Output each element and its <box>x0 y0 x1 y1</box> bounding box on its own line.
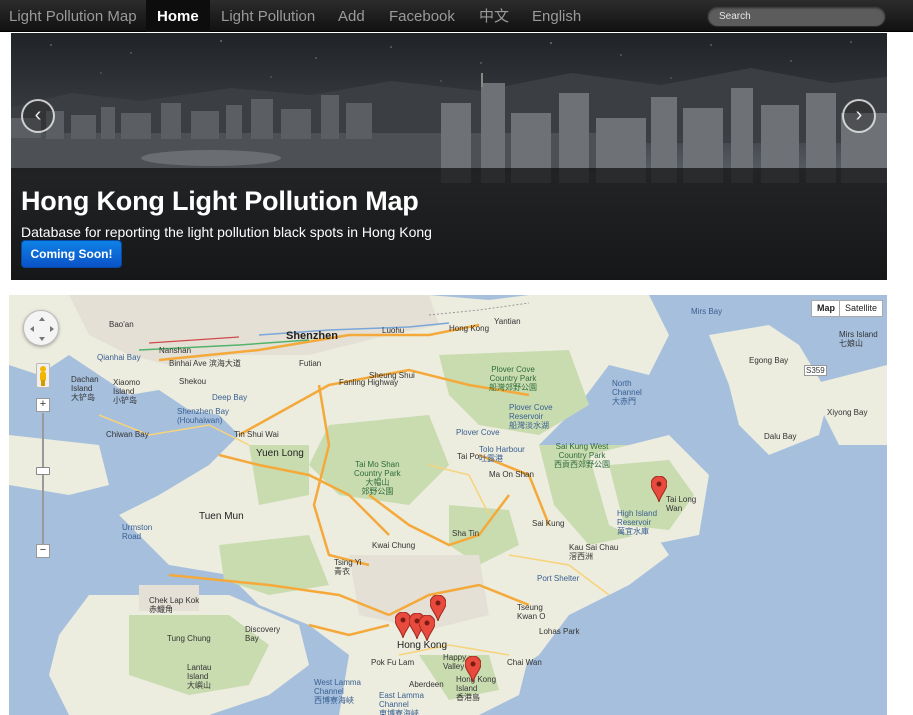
map-label-kau-sai-chau: Kau Sai Chau 滘西洲 <box>569 543 619 561</box>
map-label-dachan: Dachan Island 大铲岛 <box>71 375 99 402</box>
hero-title: Hong Kong Light Pollution Map <box>21 186 419 216</box>
map-label-tin-shui-wai: Tin Shui Wai <box>234 430 279 439</box>
map-type-map-button[interactable]: Map <box>811 300 841 317</box>
nav-chinese[interactable]: 中文 <box>468 0 520 32</box>
map-label-aberdeen: Aberdeen <box>409 680 444 689</box>
map-label-xiaomo: Xiaomo Island 小铲岛 <box>113 378 141 405</box>
zoom-out-button[interactable]: − <box>36 544 50 558</box>
nav-add[interactable]: Add <box>327 0 376 32</box>
map-label-tuen-mun: Tuen Mun <box>199 511 244 522</box>
map-label-kwai-chung: Kwai Chung <box>372 541 416 550</box>
map-label-plover-cove-cp: Plover Cove Country Park 船灣郊野公園 <box>489 365 537 392</box>
map-marker-icon[interactable] <box>465 656 481 682</box>
map-label-nanshan: Nanshan <box>159 346 192 355</box>
nav-light-pollution[interactable]: Light Pollution <box>210 0 326 32</box>
map-label-urmston-road: Urmston Road <box>122 523 153 541</box>
map-marker-icon[interactable] <box>651 476 667 502</box>
street-view-pegman-icon[interactable] <box>36 363 50 388</box>
map-label-xiyong-bay: Xiyong Bay <box>827 408 868 417</box>
zoom-slider-handle[interactable] <box>36 467 50 475</box>
brand-link[interactable]: Light Pollution Map <box>9 8 137 25</box>
map-label-discovery-bay: Discovery Bay <box>245 625 281 643</box>
map-label-tai-po: Tai Po <box>457 452 480 461</box>
map-label-futian: Futian <box>299 359 322 368</box>
map-label-tolo-harbour: Tolo Harbour 吐露港 <box>479 445 525 463</box>
pan-arrows-icon <box>30 317 54 341</box>
hero-carousel: Hong Kong Light Pollution Map Database f… <box>11 33 887 280</box>
map-label-ma-on-shan: Ma On Shan <box>489 470 534 479</box>
map-label-yuen-long: Yuen Long <box>256 448 304 459</box>
search-input[interactable]: Search <box>707 6 886 27</box>
map-label-north-channel: North Channel 大赤門 <box>612 379 642 406</box>
pan-control[interactable] <box>23 310 59 346</box>
map-label-east-lamma: East Lamma Channel 東博寮海峽 <box>379 691 424 715</box>
map-label-tung-chung: Tung Chung <box>167 634 211 643</box>
top-navbar: Light Pollution Map Home Light Pollution… <box>0 0 913 32</box>
map-label-happy-valley: Happy Valley <box>443 653 467 671</box>
nav-facebook[interactable]: Facebook <box>378 0 466 32</box>
map-label-chek-lap-kok: Chek Lap Kok 赤鱲角 <box>149 596 200 614</box>
zoom-slider-track[interactable] <box>42 413 44 547</box>
chevron-right-icon: › <box>855 104 863 126</box>
map-type-satellite-button[interactable]: Satellite <box>839 300 884 317</box>
nav-english[interactable]: English <box>521 0 592 32</box>
coming-soon-button[interactable]: Coming Soon! <box>21 240 122 268</box>
map-label-sheung-shui: Sheung Shui <box>369 371 415 380</box>
map-label-pok-fu-lam: Pok Fu Lam <box>371 658 415 667</box>
map-label-shekou: Shekou <box>179 377 207 386</box>
map-label-chiwan-bay: Chiwan Bay <box>106 430 149 439</box>
carousel-next-button[interactable]: › <box>842 99 876 133</box>
map-label-mirs-bay: Mirs Bay <box>691 307 723 316</box>
map-label-egong-bay: Egong Bay <box>749 356 789 365</box>
map-label-qianhai-bay: Qianhai Bay <box>97 353 141 362</box>
google-map[interactable]: Map Satellite + − Bao'an Shenzhen Futian… <box>9 295 887 715</box>
hero-subtitle: Database for reporting the light polluti… <box>21 224 432 240</box>
map-label-s359: S359 <box>804 365 827 376</box>
map-label-plover-cove: Plover Cove <box>456 428 500 437</box>
map-label-west-lamma: West Lamma Channel 西博寮海峽 <box>314 678 361 705</box>
map-label-lantau: Lantau Island 大嶼山 <box>187 663 212 690</box>
map-label-sai-kung: Sai Kung <box>532 519 565 528</box>
map-label-lohas-park: Lohas Park <box>539 627 580 636</box>
map-label-plover-cove-reservoir: Plover Cove Reservoir 船灣淡水湖 <box>509 403 553 430</box>
map-label-chai-wan: Chai Wan <box>507 658 542 667</box>
map-marker-icon[interactable] <box>419 615 435 641</box>
map-label-sha-tin: Sha Tin <box>452 529 480 538</box>
map-label-shenzhen: Shenzhen <box>286 330 338 342</box>
map-label-luohu: Luohu <box>382 326 405 335</box>
chevron-left-icon: ‹ <box>34 104 42 126</box>
map-label-tai-mo-shan: Tai Mo Shan Country Park 大帽山 郊野公園 <box>354 460 401 496</box>
map-label-port-shelter: Port Shelter <box>537 574 580 583</box>
map-label-high-island: High Island Reservoir 萬宜水庫 <box>617 509 658 536</box>
map-label-baoan: Bao'an <box>109 320 134 329</box>
map-label-deep-bay: Deep Bay <box>212 393 248 402</box>
map-label-tsing-yi: Tsing Yi 青衣 <box>334 558 362 576</box>
map-label-shenzhen-bay: Shenzhen Bay (Houhaiwan) <box>177 407 230 425</box>
map-label-dalu-bay: Dalu Bay <box>764 432 797 441</box>
map-label-binhai-ave: Binhai Ave 滨海大道 <box>169 359 241 368</box>
map-label-mirs-island: Mirs Island 七娘山 <box>839 330 878 348</box>
map-label-hong-kong: Hong Kong <box>397 640 448 651</box>
map-label-hong-kong-cn: Hong Kong <box>449 324 490 333</box>
map-label-sai-kung-west: Sai Kung West Country Park 西貢西郊野公園 <box>554 442 610 469</box>
map-label-tai-long-wan: Tai Long Wan <box>666 495 697 513</box>
nav-home[interactable]: Home <box>146 0 210 32</box>
map-label-yantian: Yantian <box>494 317 521 326</box>
map-label-tseung-kwan-o: Tseung Kwan O <box>517 603 546 621</box>
zoom-in-button[interactable]: + <box>36 398 50 412</box>
carousel-prev-button[interactable]: ‹ <box>21 99 55 133</box>
